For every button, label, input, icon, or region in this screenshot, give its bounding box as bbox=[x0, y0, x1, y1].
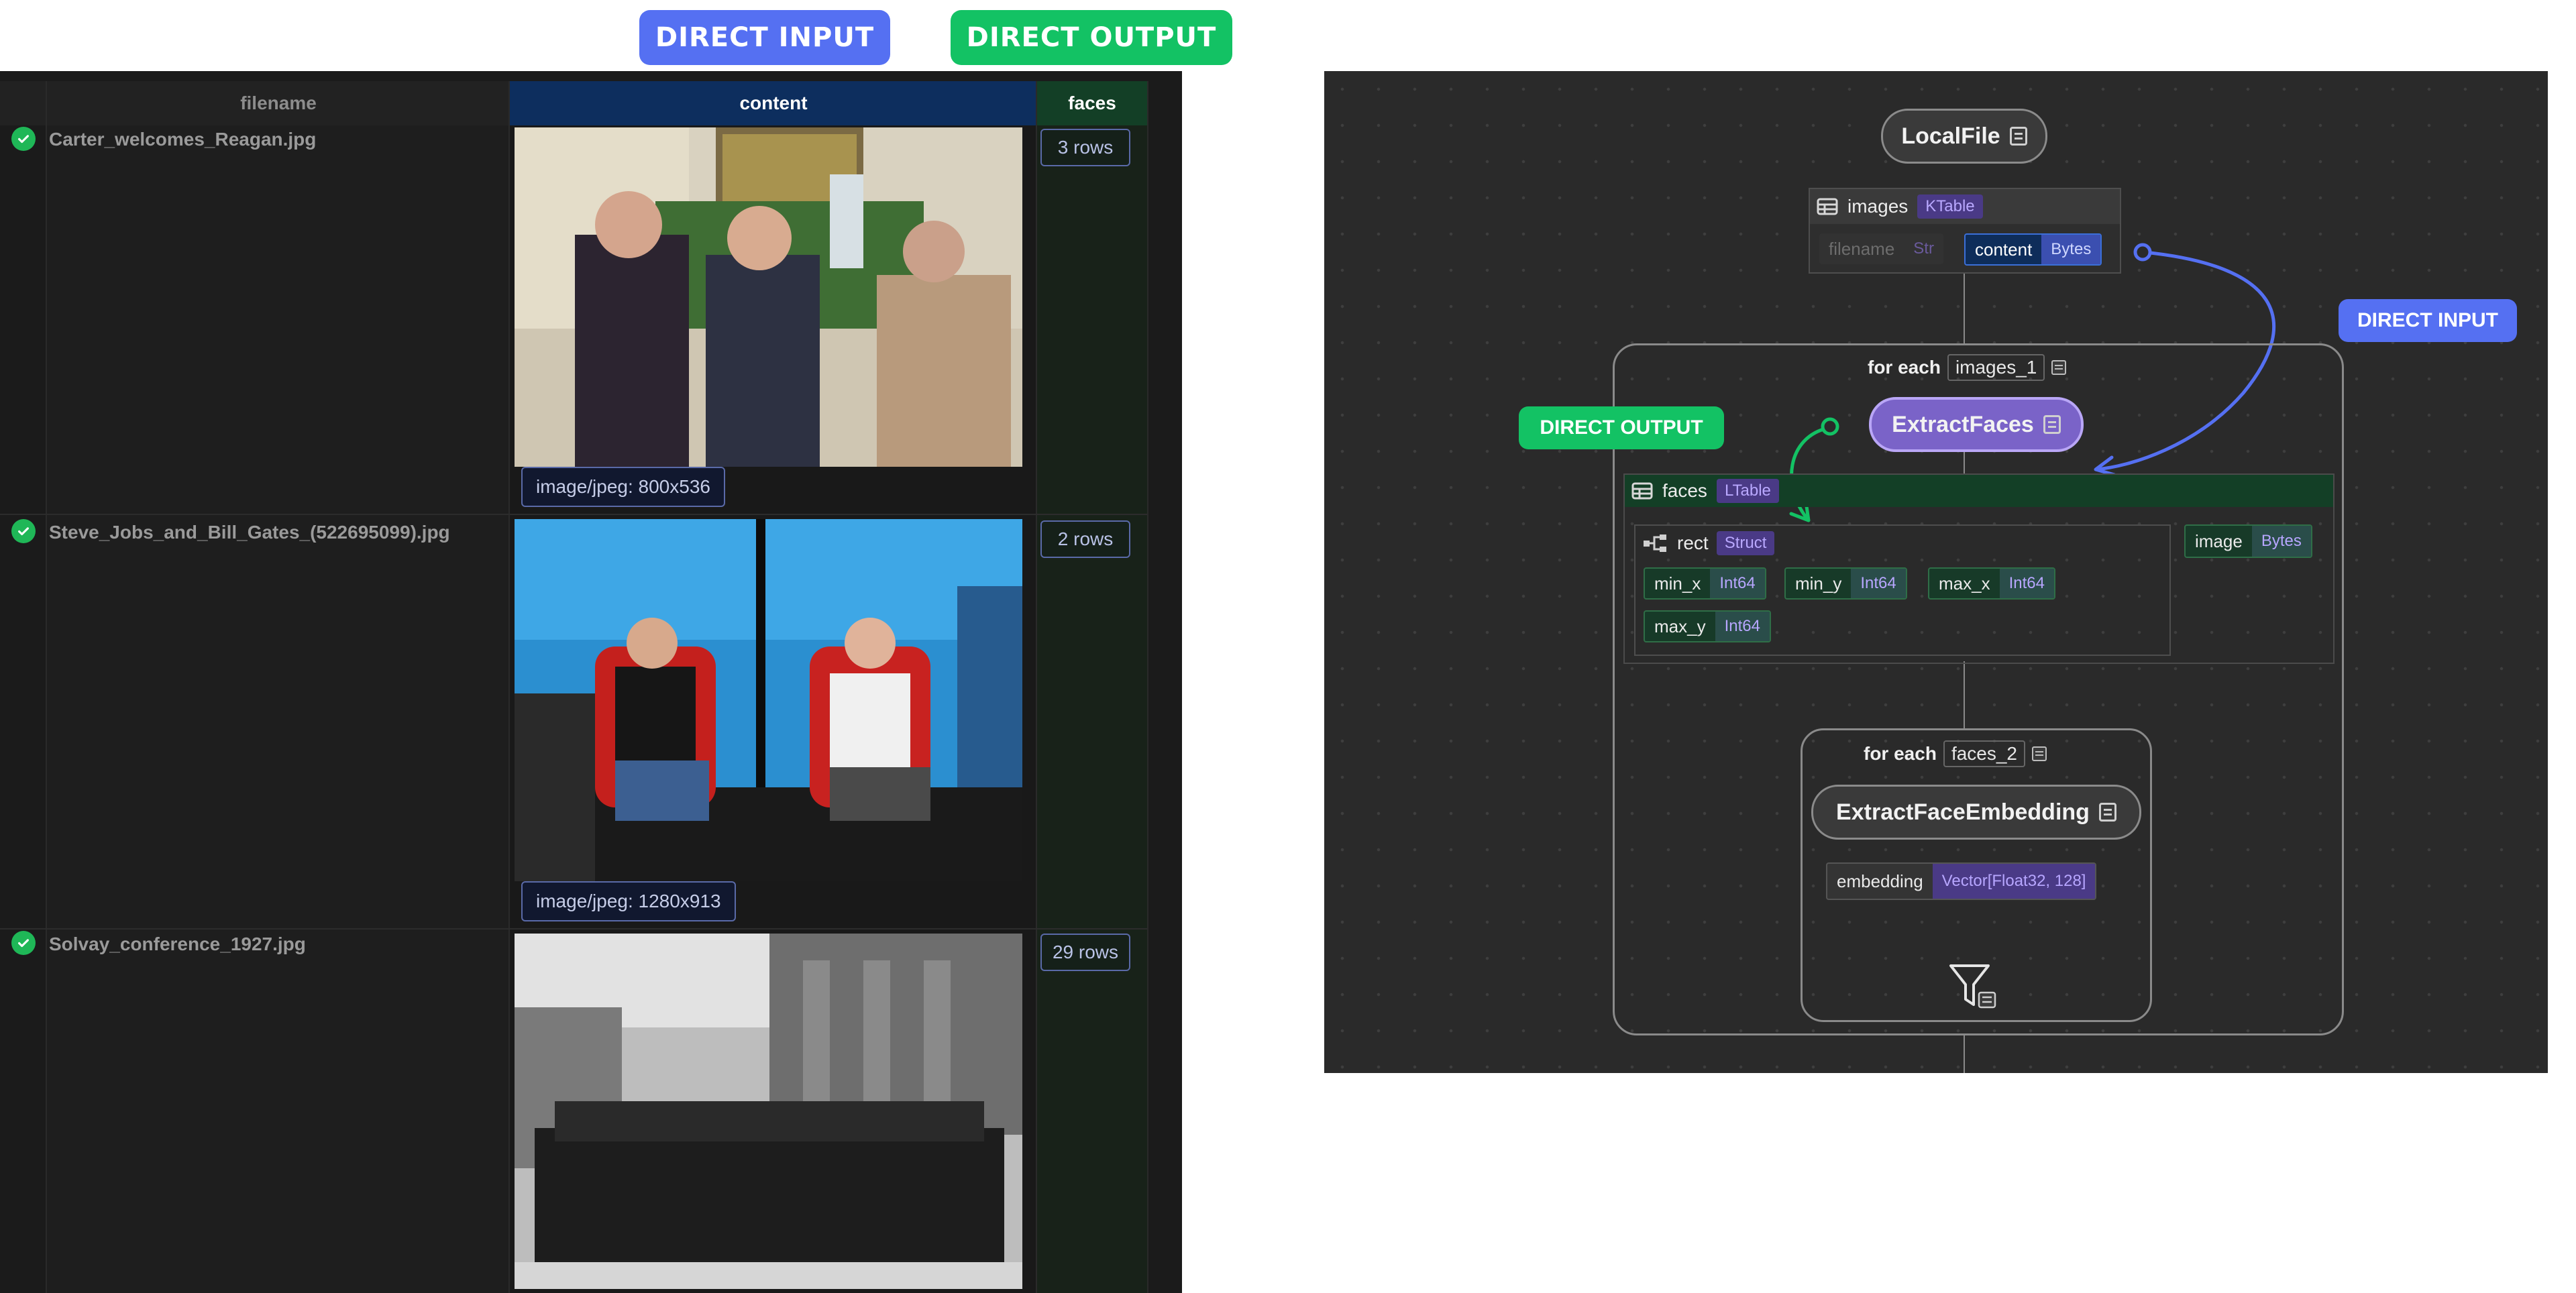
for-each-faces-header: for each faces_2 bbox=[1864, 739, 2047, 769]
struct-icon bbox=[1644, 535, 1666, 552]
field-embedding[interactable]: embedding Vector[Float32, 128] bbox=[1826, 862, 2097, 900]
field-min-y[interactable]: min_y Int64 bbox=[1784, 567, 1907, 600]
field-min-x[interactable]: min_x Int64 bbox=[1644, 567, 1766, 600]
faces-rows-badge[interactable]: 2 rows bbox=[1040, 520, 1130, 558]
filename-column bbox=[47, 125, 510, 1293]
faces-rows-badge[interactable]: 3 rows bbox=[1040, 129, 1130, 166]
image-preview[interactable] bbox=[515, 934, 1022, 1289]
direct-input-label: DIRECT INPUT bbox=[2339, 299, 2517, 342]
table-icon bbox=[1631, 482, 1653, 500]
images-table[interactable]: images KTable filename Str content Bytes bbox=[1809, 188, 2121, 274]
localfile-label: LocalFile bbox=[1901, 123, 2000, 149]
row-divider bbox=[0, 514, 1147, 515]
column-header-content[interactable]: content bbox=[510, 81, 1037, 125]
rect-struct[interactable]: rect Struct min_x Int64 min_y Int64 max_… bbox=[1634, 524, 2171, 656]
document-icon bbox=[2009, 127, 2027, 146]
field-content[interactable]: content Bytes bbox=[1964, 233, 2102, 266]
document-icon bbox=[2051, 360, 2067, 375]
filename-cell: Solvay_conference_1927.jpg bbox=[49, 934, 306, 954]
document-icon bbox=[2043, 415, 2061, 434]
column-divider bbox=[1036, 81, 1037, 1293]
status-header bbox=[0, 81, 47, 125]
row-divider bbox=[0, 928, 1147, 930]
check-icon bbox=[11, 127, 36, 151]
table-icon bbox=[1817, 198, 1838, 215]
filename-cell: Carter_welcomes_Reagan.jpg bbox=[49, 129, 317, 150]
column-divider bbox=[1147, 81, 1148, 1293]
check-icon bbox=[11, 519, 36, 543]
faces-column bbox=[1037, 125, 1147, 1293]
document-icon bbox=[2098, 803, 2116, 822]
filter-icon[interactable] bbox=[1948, 963, 1999, 1010]
column-header-faces[interactable]: faces bbox=[1037, 81, 1147, 125]
direct-output-label: DIRECT OUTPUT bbox=[1519, 406, 1724, 449]
field-filename[interactable]: filename Str bbox=[1819, 233, 1943, 264]
check-icon bbox=[11, 931, 36, 955]
column-header-filename[interactable]: filename bbox=[47, 81, 510, 125]
image-preview[interactable] bbox=[515, 127, 1022, 467]
column-divider bbox=[46, 81, 47, 1293]
localfile-node[interactable]: LocalFile bbox=[1881, 109, 2047, 164]
images-table-name: images bbox=[1847, 196, 1909, 217]
image-preview[interactable] bbox=[515, 519, 1022, 881]
field-max-y[interactable]: max_y Int64 bbox=[1644, 610, 1771, 642]
field-image[interactable]: image Bytes bbox=[2184, 524, 2312, 558]
flow-diagram: LocalFile images KTable filename Str con… bbox=[1324, 71, 2548, 1073]
filename-cell: Steve_Jobs_and_Bill_Gates_(522695099).jp… bbox=[49, 522, 450, 543]
mime-badge: image/jpeg: 1280x913 bbox=[521, 881, 736, 921]
for-each-images-header: for each images_1 bbox=[1868, 353, 2067, 382]
extract-face-embedding-node[interactable]: ExtractFaceEmbedding bbox=[1811, 785, 2141, 840]
direct-output-badge: DIRECT OUTPUT bbox=[951, 10, 1232, 65]
images-table-type: KTable bbox=[1917, 194, 1983, 219]
document-icon bbox=[2032, 746, 2047, 761]
direct-input-badge: DIRECT INPUT bbox=[639, 10, 890, 65]
column-divider bbox=[508, 81, 510, 1293]
data-table: filename content faces Carter_welcomes_R… bbox=[0, 71, 1182, 1293]
mime-badge: image/jpeg: 800x536 bbox=[521, 467, 725, 507]
faces-rows-badge[interactable]: 29 rows bbox=[1040, 934, 1130, 971]
field-max-x[interactable]: max_x Int64 bbox=[1928, 567, 2055, 600]
extract-faces-node[interactable]: ExtractFaces bbox=[1869, 397, 2084, 452]
